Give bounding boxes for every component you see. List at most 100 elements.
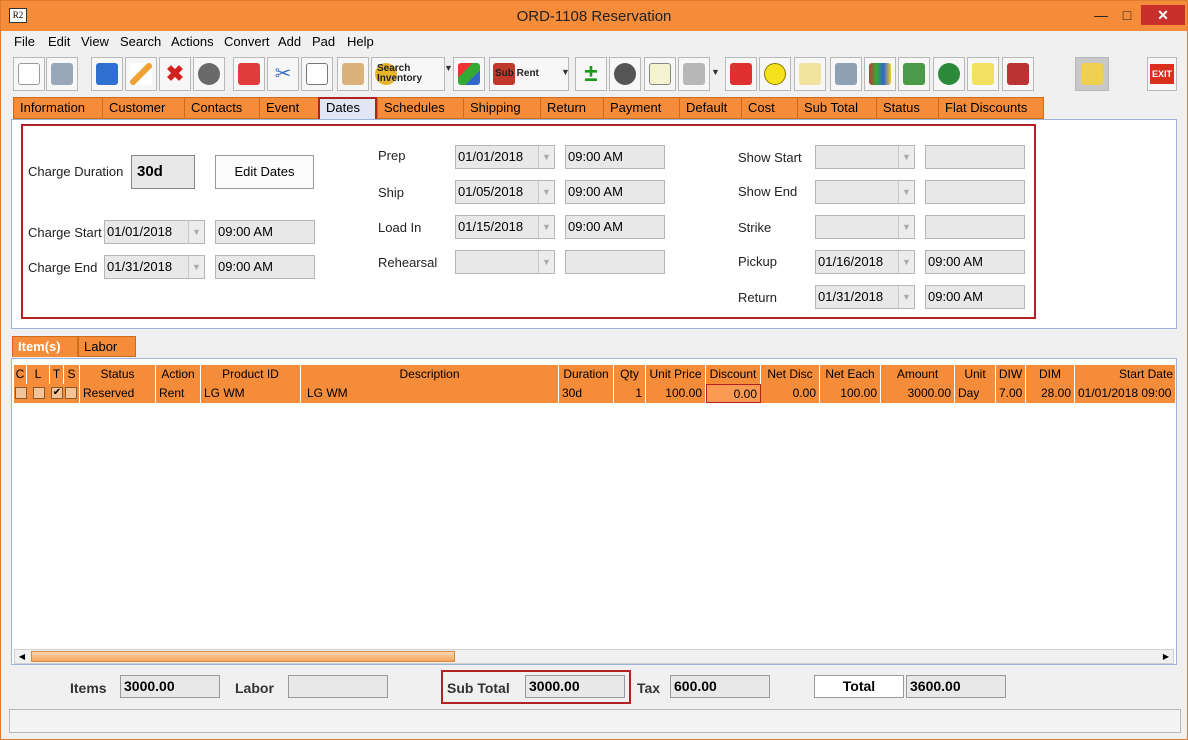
pickup-date-field[interactable]: 01/16/2018 ▼ [815,250,915,274]
cell-dim[interactable]: 28.00 [1026,384,1075,403]
ship-date-field[interactable]: 01/05/2018 ▼ [455,180,555,204]
prep-date-field[interactable]: 01/01/2018 ▼ [455,145,555,169]
charge-start-time-field[interactable]: 09:00 AM [215,220,315,244]
scroll-right-icon[interactable]: ▶ [1159,650,1173,663]
column-header-diw[interactable]: DIW [996,365,1026,384]
cell-unit-price[interactable]: 100.00 [646,384,706,403]
menu-file[interactable]: File [14,34,35,49]
maximize-button[interactable]: □ [1115,5,1139,25]
cell-description[interactable]: LG WM [301,384,559,403]
cell-diw[interactable]: 7.00 [996,384,1026,403]
scroll-left-icon[interactable]: ◀ [15,650,29,663]
chevron-down-icon[interactable]: ▼ [538,216,554,238]
copy-button[interactable] [301,57,333,91]
calendar-button[interactable] [678,57,710,91]
cell-net-each[interactable]: 100.00 [820,384,881,403]
pickup-time-field[interactable]: 09:00 AM [925,250,1025,274]
rehearsal-date-field[interactable]: ▼ [455,250,555,274]
minimize-button[interactable]: — [1089,5,1113,25]
chevron-down-icon[interactable]: ▼ [898,181,914,203]
edit-dates-button[interactable]: Edit Dates [215,155,314,189]
menu-add[interactable]: Add [278,34,301,49]
search-inventory-dropdown-icon[interactable]: ▼ [444,63,453,73]
column-header-net-disc[interactable]: Net Disc [761,365,820,384]
rehearsal-time-field[interactable] [565,250,665,274]
charge-end-time-field[interactable]: 09:00 AM [215,255,315,279]
close-window-button[interactable]: ✕ [1141,5,1185,25]
cell-unit[interactable]: Day [955,384,996,403]
show-end-time-field[interactable] [925,180,1025,204]
column-header-status[interactable]: Status [80,365,156,384]
delete-button[interactable]: ✖ [159,57,191,91]
tab-sub-total[interactable]: Sub Total [797,97,877,119]
column-header-dim[interactable]: DIM [1026,365,1075,384]
smiley-button[interactable] [759,57,791,91]
column-header-description[interactable]: Description [301,365,559,384]
find-button[interactable] [193,57,225,91]
column-header-c[interactable]: C [14,365,27,384]
cell-status[interactable]: Reserved [80,384,156,403]
ship-time-field[interactable]: 09:00 AM [565,180,665,204]
chevron-down-icon[interactable]: ▼ [898,286,914,308]
column-header-qty[interactable]: Qty [614,365,646,384]
payment-button[interactable] [933,57,965,91]
show-start-time-field[interactable] [925,145,1025,169]
menu-actions[interactable]: Actions [171,34,214,49]
sub-rent-dropdown-icon[interactable]: ▼ [561,67,570,77]
hierarchy-button[interactable] [725,57,757,91]
calendar-dropdown-icon[interactable]: ▼ [711,67,720,77]
tab-customer[interactable]: Customer [102,97,185,119]
chevron-down-icon[interactable]: ▼ [898,251,914,273]
column-header-unit-price[interactable]: Unit Price [646,365,706,384]
truck-button[interactable] [1002,57,1034,91]
cell-start-date[interactable]: 01/01/2018 09:00 [1075,384,1176,403]
invoice-button[interactable] [967,57,999,91]
chevron-down-icon[interactable]: ▼ [898,146,914,168]
tab-information[interactable]: Information [13,97,103,119]
tab-default[interactable]: Default [679,97,742,119]
chevron-down-icon[interactable]: ▼ [538,251,554,273]
edit-button[interactable] [125,57,157,91]
column-header-product-id[interactable]: Product ID [201,365,301,384]
load-in-time-field[interactable]: 09:00 AM [565,215,665,239]
charge-end-date-field[interactable]: 01/31/2018 ▼ [104,255,205,279]
tab-schedules[interactable]: Schedules [377,97,464,119]
c-checkbox[interactable] [15,387,27,399]
column-header-s[interactable]: S [64,365,80,384]
search-inventory-button[interactable]: Search Inventory [371,57,445,91]
strike-time-field[interactable] [925,215,1025,239]
column-header-t[interactable]: T [50,365,64,384]
column-header-net-each[interactable]: Net Each [820,365,881,384]
chevron-down-icon[interactable]: ▼ [898,216,914,238]
menu-edit[interactable]: Edit [48,34,70,49]
column-header-unit[interactable]: Unit [955,365,996,384]
cell-product-id[interactable]: LG WM [201,384,301,403]
chevron-down-icon[interactable]: ▼ [538,181,554,203]
group-button[interactable] [609,57,641,91]
column-header-discount[interactable]: Discount [706,365,761,384]
chevron-down-icon[interactable]: ▼ [188,221,204,243]
column-header-amount[interactable]: Amount [881,365,955,384]
return-date-field[interactable]: 01/31/2018 ▼ [815,285,915,309]
tab-return[interactable]: Return [540,97,604,119]
return-time-field[interactable]: 09:00 AM [925,285,1025,309]
cell-duration[interactable]: 30d [559,384,614,403]
prep-time-field[interactable]: 09:00 AM [565,145,665,169]
chevron-down-icon[interactable]: ▼ [188,256,204,278]
shapes-button[interactable] [453,57,485,91]
menu-view[interactable]: View [81,34,109,49]
l-checkbox[interactable] [33,387,45,399]
cell-discount[interactable]: 0.00 [706,384,761,403]
column-header-duration[interactable]: Duration [559,365,614,384]
tab-flat-discounts[interactable]: Flat Discounts [938,97,1044,119]
chevron-down-icon[interactable]: ▼ [538,146,554,168]
tab-cost[interactable]: Cost [741,97,798,119]
menu-help[interactable]: Help [347,34,374,49]
tab-items[interactable]: Item(s) [12,336,78,357]
tab-contacts[interactable]: Contacts [184,97,260,119]
tab-payment[interactable]: Payment [603,97,680,119]
new-button[interactable] [13,57,45,91]
cut-button[interactable]: ✂ [267,57,299,91]
schedule-button[interactable] [794,57,826,91]
tab-shipping[interactable]: Shipping [463,97,541,119]
